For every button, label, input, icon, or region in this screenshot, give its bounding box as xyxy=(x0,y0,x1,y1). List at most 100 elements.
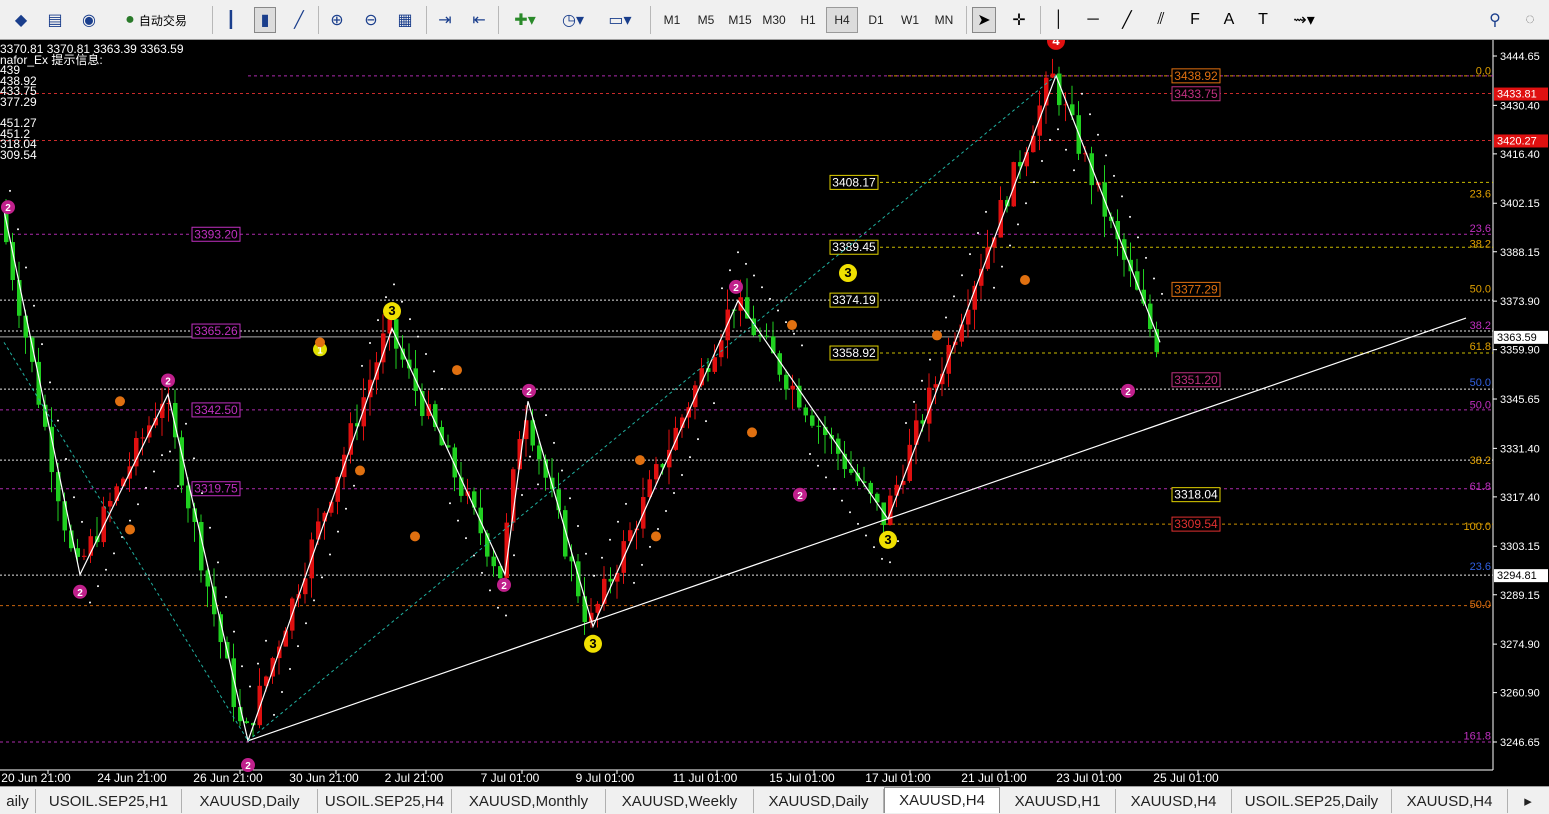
sar-dot xyxy=(209,526,211,529)
level-box-label: 3318.04 xyxy=(1174,488,1218,502)
profiles-icon[interactable]: ▤ xyxy=(44,7,66,33)
sar-dot xyxy=(1089,113,1091,116)
sar-dot xyxy=(1001,265,1003,268)
search-icon[interactable]: ⚲ xyxy=(1484,7,1506,33)
chart-tab[interactable]: XAUUSD,Weekly xyxy=(606,789,754,813)
candle-body xyxy=(491,556,496,567)
chart-tab[interactable]: XAUUSD,H4 xyxy=(1392,789,1508,813)
auto-scroll-icon[interactable]: ⇥ xyxy=(434,7,456,33)
sar-dot xyxy=(89,601,91,604)
zoom-out-icon[interactable]: ⊖ xyxy=(360,7,382,33)
info-value: 377.29 xyxy=(0,94,37,109)
timeframe-mn[interactable]: MN xyxy=(928,7,960,33)
chart-tab[interactable]: XAUUSD,Monthly xyxy=(452,789,606,813)
indicators-icon[interactable]: ✚▾ xyxy=(506,7,544,33)
chart-tab[interactable]: aily xyxy=(0,789,36,813)
bar-chart-icon[interactable]: ┃ xyxy=(220,7,242,33)
chart-canvas[interactable]: 3444.65 3430.40 3416.40 3402.15 3388.15 3373.… xyxy=(0,40,1549,786)
vertical-line-icon[interactable]: │ xyxy=(1048,7,1070,33)
sar-dot xyxy=(1081,92,1083,95)
sar-dot xyxy=(361,364,363,367)
candle-body xyxy=(608,578,613,582)
line-chart-icon[interactable]: ╱ xyxy=(288,7,310,33)
sar-dot xyxy=(1161,292,1163,295)
timeframe-m15[interactable]: M15 xyxy=(724,7,756,33)
subwave-marker xyxy=(1020,274,1030,285)
sar-dot xyxy=(985,210,987,213)
sar-dot xyxy=(329,553,331,556)
sar-dot xyxy=(137,503,139,506)
candle-body xyxy=(82,555,87,557)
level-box-label: 3433.75 xyxy=(1174,87,1218,101)
sar-dot xyxy=(577,524,579,527)
sar-dot xyxy=(505,614,507,617)
sar-dot xyxy=(25,266,27,269)
candle-body xyxy=(654,464,659,480)
chart-tab[interactable]: XAUUSD,Daily xyxy=(182,789,318,813)
time-tick-label: 17 Jul 01:00 xyxy=(865,771,931,785)
sar-dot xyxy=(497,606,499,609)
level-box-label: 3358.92 xyxy=(832,346,876,360)
new-order-icon[interactable]: ◆ xyxy=(10,7,32,33)
sar-dot xyxy=(569,497,571,500)
tab-scroll-right-icon[interactable]: ▸ xyxy=(1512,789,1544,813)
notifications-icon[interactable]: ◌ xyxy=(1516,7,1544,33)
arrows-icon[interactable]: ⇝▾ xyxy=(1286,7,1322,33)
candle-body xyxy=(816,425,821,427)
timeframe-d1[interactable]: D1 xyxy=(860,7,892,33)
time-tick-label: 11 Jul 01:00 xyxy=(673,771,738,785)
sar-dot xyxy=(561,469,563,472)
time-tick-label: 20 Jun 21:00 xyxy=(1,771,71,785)
sar-dot xyxy=(441,387,443,390)
text-icon[interactable]: A xyxy=(1218,7,1240,33)
subwave-marker xyxy=(932,330,942,341)
candlestick-icon[interactable]: ▮ xyxy=(254,7,276,33)
text-label-icon[interactable]: T xyxy=(1252,7,1274,33)
horizontal-line-icon[interactable]: ─ xyxy=(1082,7,1104,33)
sar-dot xyxy=(337,530,339,533)
sar-dot xyxy=(377,319,379,322)
chart-tab[interactable]: XAUUSD,H1 xyxy=(1000,789,1116,813)
periods-icon[interactable]: ◷▾ xyxy=(554,7,592,33)
price-tick-label: 3444.65 xyxy=(1500,51,1540,63)
time-tick-label: 2 Jul 21:00 xyxy=(385,771,444,785)
crosshair-icon[interactable]: ✛ xyxy=(1008,7,1030,33)
chart-tab[interactable]: USOIL.SEP25,H4 xyxy=(318,789,452,813)
sar-dot xyxy=(625,502,627,505)
auto-trade-button[interactable]: ● 自动交易 xyxy=(110,7,202,33)
price-tick-label: 3274.90 xyxy=(1500,639,1540,651)
price-tick-label: 3416.40 xyxy=(1500,149,1540,161)
timeframe-h1[interactable]: H1 xyxy=(792,7,824,33)
chart-tab[interactable]: XAUUSD,H4 xyxy=(1116,789,1232,813)
market-watch-icon[interactable]: ◉ xyxy=(78,7,100,33)
wave-marker-label: 2 xyxy=(797,491,803,502)
fibonacci-icon[interactable]: F xyxy=(1184,7,1206,33)
sar-dot xyxy=(289,668,291,671)
timeframe-h4[interactable]: H4 xyxy=(826,7,858,33)
subwave-marker xyxy=(125,524,135,535)
chart-tab[interactable]: XAUUSD,Daily xyxy=(754,789,884,813)
level-box-label: 3374.19 xyxy=(832,293,876,307)
trendline-icon[interactable]: ╱ xyxy=(1116,7,1138,33)
fib-level-label: 38.2 xyxy=(1470,239,1491,251)
price-marker-label: 3294.81 xyxy=(1497,570,1537,582)
info-panel: 3370.81 3370.81 3363.39 3363.59 nafor_Ex… xyxy=(0,43,184,160)
sar-dot xyxy=(121,536,123,539)
channel-icon[interactable]: ⫽ xyxy=(1150,7,1172,33)
chart-tab[interactable]: XAUUSD,H4 xyxy=(884,787,1000,813)
cursor-icon[interactable]: ➤ xyxy=(972,7,996,33)
templates-icon[interactable]: ▭▾ xyxy=(600,7,640,33)
timeframe-m30[interactable]: M30 xyxy=(758,7,790,33)
timeframe-w1[interactable]: W1 xyxy=(894,7,926,33)
chart-shift-icon[interactable]: ⇤ xyxy=(468,7,490,33)
chart-tab[interactable]: USOIL.SEP25,Daily xyxy=(1232,789,1392,813)
tile-windows-icon[interactable]: ▦ xyxy=(394,7,416,33)
timeframe-m5[interactable]: M5 xyxy=(690,7,722,33)
timeframe-m1[interactable]: M1 xyxy=(656,7,688,33)
sar-dot xyxy=(1121,195,1123,198)
price-tick-label: 3246.65 xyxy=(1500,737,1540,749)
chart-area[interactable]: 3444.65 3430.40 3416.40 3402.15 3388.15 3373.… xyxy=(0,40,1549,786)
zoom-in-icon[interactable]: ⊕ xyxy=(326,7,348,33)
chart-tab[interactable]: USOIL.SEP25,H1 xyxy=(36,789,182,813)
sar-dot xyxy=(1097,133,1099,136)
